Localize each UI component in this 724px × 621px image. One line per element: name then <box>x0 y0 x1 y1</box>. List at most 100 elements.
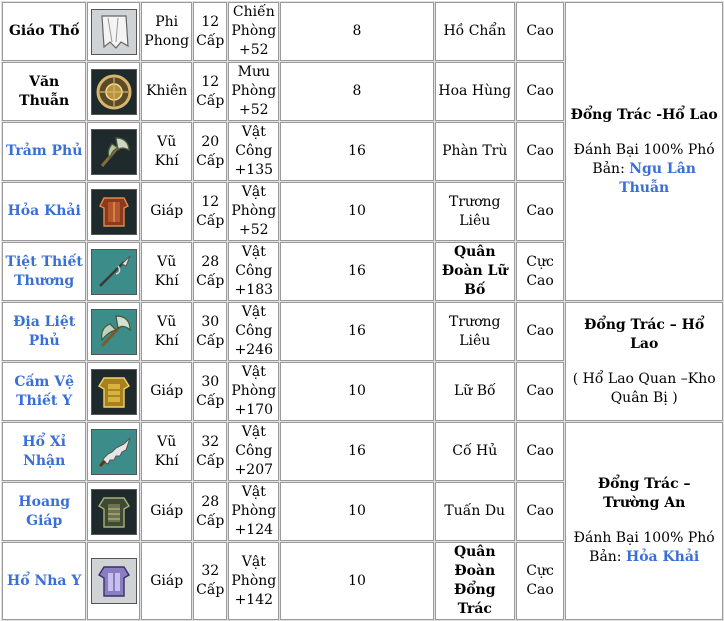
item-quantity: 8 <box>280 2 434 61</box>
item-stat: Vật Phòng +142 <box>228 542 280 620</box>
item-type: Vũ Khí <box>141 122 193 181</box>
item-source: Lữ Bố <box>434 362 515 421</box>
item-icon-cell <box>87 182 141 241</box>
location-note-text: ( Hổ Lao Quan –Kho Quân Bị ) <box>572 370 716 406</box>
location-note: Đánh Bại 100% Phó Bản: Ngu Lân Thuẫn <box>568 141 720 198</box>
item-grade: Cực Cao <box>515 542 565 620</box>
item-grade: Cao <box>515 302 565 361</box>
item-icon-cell <box>87 242 141 301</box>
location-link[interactable]: Hỏa Khải <box>626 549 699 565</box>
item-type: Vũ Khí <box>141 242 193 301</box>
item-grade: Cao <box>515 62 565 121</box>
item-type: Vũ Khí <box>141 422 193 481</box>
location-title: Đổng Trác – Hổ Lao <box>584 316 705 352</box>
item-stat: Chiến Phòng +52 <box>228 2 280 61</box>
location-cell: Đổng Trác – Trường An Đánh Bại 100% Phó B… <box>565 422 723 620</box>
item-grade: Cao <box>515 422 565 481</box>
item-name[interactable]: Cấm Vệ Thiết Y <box>2 362 87 421</box>
item-stat: Vật Phòng +124 <box>228 482 280 541</box>
item-level: 20 Cấp <box>193 122 228 181</box>
gold-armor-icon <box>90 368 137 415</box>
item-type: Khiên <box>141 62 193 121</box>
table-row: Địa Liệt Phủ Vũ Khí 30 Cấp Vật Công +246 16 T… <box>2 302 723 421</box>
item-level: 32 Cấp <box>193 422 228 481</box>
item-level: 28 Cấp <box>193 482 228 541</box>
item-quantity: 10 <box>280 482 434 541</box>
item-type: Giáp <box>141 182 193 241</box>
item-table: Giáo Thố Phi Phong 12 Cấp Chiến Phòng +52 8 H… <box>1 1 724 621</box>
item-name: Giáo Thố <box>2 2 87 61</box>
red-armor-icon <box>90 188 137 235</box>
item-icon-cell <box>87 302 141 361</box>
item-source: Trương Liêu <box>434 182 515 241</box>
location-link[interactable]: Ngu Lân Thuẫn <box>619 161 696 196</box>
item-stat: Vật Công +135 <box>228 122 280 181</box>
item-type: Giáp <box>141 362 193 421</box>
double-axe-icon <box>90 308 137 355</box>
item-source: Phàn Trù <box>434 122 515 181</box>
item-type: Giáp <box>141 482 193 541</box>
location-title: Đổng Trác – Trường An <box>597 476 691 511</box>
item-quantity: 10 <box>280 362 434 421</box>
item-icon-cell <box>87 422 141 481</box>
item-level: 12 Cấp <box>193 182 228 241</box>
item-name[interactable]: Hổ Nha Y <box>2 542 87 620</box>
item-quantity: 16 <box>280 122 434 181</box>
item-grade: Cao <box>515 182 565 241</box>
item-level: 12 Cấp <box>193 62 228 121</box>
item-level: 12 Cấp <box>193 2 228 61</box>
item-quantity: 16 <box>280 302 434 361</box>
location-title: Đổng Trác -Hổ Lao <box>570 106 718 123</box>
item-name[interactable]: Trảm Phủ <box>2 122 87 181</box>
item-source: Tuấn Du <box>434 482 515 541</box>
item-stat: Vật Phòng +52 <box>228 182 280 241</box>
location-cell: Đổng Trác – Hổ Lao ( Hổ Lao Quan –Kho Quâ… <box>565 302 723 421</box>
table-row: Hổ Xỉ Nhận Vũ Khí 32 Cấp Vật Công +207 16 Cố … <box>2 422 723 620</box>
item-name[interactable]: Tiệt Thiết Thương <box>2 242 87 301</box>
item-level: 30 Cấp <box>193 362 228 421</box>
item-name[interactable]: Hỏa Khải <box>2 182 87 241</box>
item-source: Cố Hủ <box>434 422 515 481</box>
item-icon-cell <box>87 122 141 181</box>
location-note: ( Hổ Lao Quan –Kho Quân Bị ) <box>568 370 720 408</box>
item-quantity: 8 <box>280 62 434 121</box>
item-grade: Cực Cao <box>515 242 565 301</box>
serrated-blade-icon <box>90 428 137 475</box>
item-name: Văn Thuẫn <box>2 62 87 121</box>
item-grade: Cao <box>515 362 565 421</box>
item-stat: Vật Công +207 <box>228 422 280 481</box>
item-quantity: 10 <box>280 182 434 241</box>
spear-icon <box>90 248 137 295</box>
item-source: Hoa Hùng <box>434 62 515 121</box>
item-name[interactable]: Hoang Giáp <box>2 482 87 541</box>
item-stat: Vật Công +183 <box>228 242 280 301</box>
location-cell: Đổng Trác -Hổ Lao Đánh Bại 100% Phó Bản: … <box>565 2 723 301</box>
item-source: Trương Liêu <box>434 302 515 361</box>
purple-armor-icon <box>90 558 137 604</box>
item-stat: Vật Phòng +170 <box>228 362 280 421</box>
item-name[interactable]: Địa Liệt Phủ <box>2 302 87 361</box>
item-quantity: 16 <box>280 242 434 301</box>
item-icon-cell <box>87 62 141 121</box>
item-icon-cell <box>87 482 141 541</box>
table-row: Giáo Thố Phi Phong 12 Cấp Chiến Phòng +52 8 H… <box>2 2 723 301</box>
item-source: Hồ Chẩn <box>434 2 515 61</box>
item-level: 32 Cấp <box>193 542 228 620</box>
item-grade: Cao <box>515 122 565 181</box>
item-level: 30 Cấp <box>193 302 228 361</box>
item-name[interactable]: Hổ Xỉ Nhận <box>2 422 87 481</box>
item-icon-cell <box>87 542 141 620</box>
item-source: Quân Đoàn Đổng Trác <box>434 542 515 620</box>
item-level: 28 Cấp <box>193 242 228 301</box>
item-quantity: 10 <box>280 542 434 620</box>
item-grade: Cao <box>515 482 565 541</box>
item-type: Phi Phong <box>141 2 193 61</box>
item-type: Giáp <box>141 542 193 620</box>
dark-armor-icon <box>90 488 137 535</box>
axe-icon <box>90 128 137 175</box>
white-cloak-icon <box>90 8 137 55</box>
item-type: Vũ Khí <box>141 302 193 361</box>
item-stat: Mưu Phòng +52 <box>228 62 280 121</box>
location-note: Đánh Bại 100% Phó Bản: Hỏa Khải <box>568 529 720 567</box>
item-stat: Vật Công +246 <box>228 302 280 361</box>
